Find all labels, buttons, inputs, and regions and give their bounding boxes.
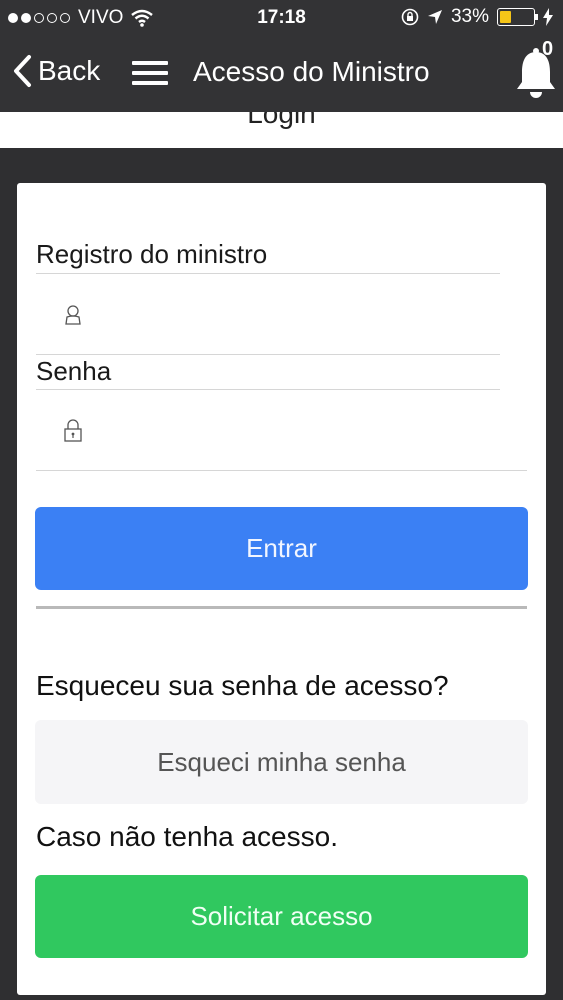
battery-percent: 33% <box>450 6 489 27</box>
senha-label: Senha <box>36 356 112 386</box>
charging-bolt-icon <box>543 8 553 26</box>
back-label: Back <box>38 55 101 86</box>
registro-input[interactable] <box>97 297 497 333</box>
registro-label: Registro do ministro <box>36 239 268 269</box>
chevron-left-icon <box>14 55 31 87</box>
navigation-bar: Back Acesso do Ministro 0 <box>0 36 563 112</box>
request-access-label: Solicitar acesso <box>190 901 373 931</box>
login-card: Registro do ministro Senha Entrar Esquec… <box>17 183 546 995</box>
senha-underline <box>36 470 527 471</box>
senha-input[interactable] <box>97 415 497 451</box>
registro-underline <box>36 354 500 355</box>
location-arrow-icon <box>427 10 442 24</box>
entrar-button-label: Entrar <box>246 533 317 563</box>
status-bar-right: 33% <box>401 6 553 28</box>
back-button[interactable]: Back <box>12 54 100 88</box>
status-bar: VIVO 17:18 33% <box>0 0 563 36</box>
request-heading: Caso não tenha acesso. <box>36 821 338 852</box>
section-title: Login <box>247 112 316 129</box>
rotation-lock-icon <box>401 8 419 26</box>
entrar-button[interactable]: Entrar <box>35 507 528 590</box>
battery-icon <box>497 8 538 26</box>
divider <box>36 273 500 274</box>
hamburger-menu-icon[interactable] <box>132 61 168 89</box>
forgot-password-label: Esqueci minha senha <box>157 746 406 777</box>
page-title: Acesso do Ministro <box>193 56 430 87</box>
user-icon <box>65 305 81 325</box>
lock-icon <box>64 419 82 442</box>
request-access-button[interactable]: Solicitar acesso <box>35 875 528 958</box>
notification-badge: 0 <box>542 38 554 60</box>
section-divider <box>36 606 527 609</box>
forgot-password-button[interactable]: Esqueci minha senha <box>35 720 528 804</box>
section-header: Login <box>0 112 563 148</box>
divider <box>36 389 500 390</box>
forgot-heading: Esqueceu sua senha de acesso? <box>36 670 449 701</box>
